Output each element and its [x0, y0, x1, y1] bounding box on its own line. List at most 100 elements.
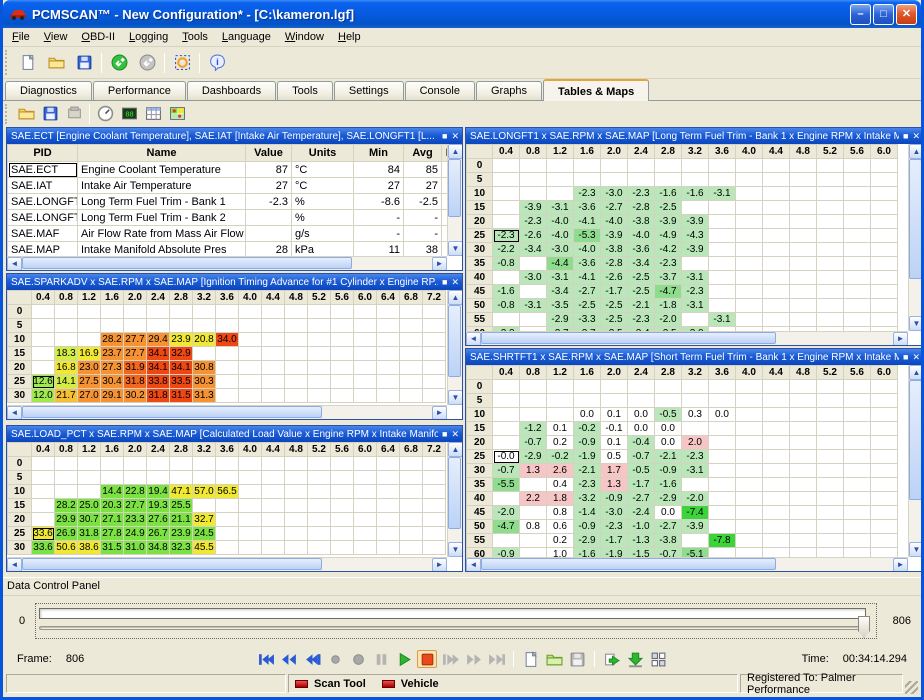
- map-cell[interactable]: [736, 201, 763, 215]
- map-cell[interactable]: [55, 485, 78, 499]
- map-cell[interactable]: [493, 534, 520, 548]
- map-cell[interactable]: 23.0: [78, 361, 101, 375]
- panel-restore-icon[interactable]: ■: [903, 131, 908, 141]
- map-cell[interactable]: [493, 422, 520, 436]
- connect-icon[interactable]: [105, 50, 133, 76]
- map-cell[interactable]: [763, 380, 790, 394]
- map-cell[interactable]: [790, 229, 817, 243]
- vertical-scrollbar[interactable]: ▲ ▼: [447, 442, 462, 557]
- map-cell[interactable]: [520, 187, 547, 201]
- map-cell[interactable]: -2.8: [601, 257, 628, 271]
- map-cell[interactable]: [354, 375, 377, 389]
- scroll-down-icon[interactable]: ▼: [909, 542, 921, 557]
- map-cell[interactable]: -1.6: [493, 285, 520, 299]
- map-cell[interactable]: 31.8: [78, 527, 101, 541]
- map-cell[interactable]: -0.9: [574, 520, 601, 534]
- map-cell[interactable]: [147, 305, 170, 319]
- pid-value-cell[interactable]: 27: [354, 178, 404, 194]
- map-cell[interactable]: 27.1: [101, 513, 124, 527]
- pid-cell[interactable]: SAE.IAT: [8, 178, 78, 194]
- scroll-up-icon[interactable]: ▲: [448, 290, 462, 305]
- save-tables-icon[interactable]: [38, 103, 62, 124]
- map-cell[interactable]: [844, 520, 871, 534]
- record-marker-button[interactable]: [325, 650, 345, 668]
- map-cell[interactable]: [817, 201, 844, 215]
- map-cell[interactable]: [285, 457, 308, 471]
- map-cell[interactable]: [763, 313, 790, 327]
- map-cell[interactable]: [817, 187, 844, 201]
- map-cell[interactable]: [709, 548, 736, 558]
- map-cell[interactable]: [817, 394, 844, 408]
- map-cell[interactable]: -2.5: [655, 201, 682, 215]
- panel-title-bar[interactable]: SAE.SPARKADV x SAE.RPM x SAE.MAP [Igniti…: [7, 274, 462, 290]
- map-cell[interactable]: [285, 499, 308, 513]
- map-cell[interactable]: 1.0: [547, 548, 574, 558]
- map-cell[interactable]: -3.1: [520, 299, 547, 313]
- map-cell[interactable]: [331, 333, 354, 347]
- map-cell[interactable]: [817, 173, 844, 187]
- map-cell[interactable]: 31.3: [193, 389, 216, 403]
- table-view-icon[interactable]: [141, 103, 165, 124]
- pid-value-cell[interactable]: -8.6: [354, 194, 404, 210]
- map-cell[interactable]: -2.5: [628, 285, 655, 299]
- map-cell[interactable]: [763, 548, 790, 558]
- pid-value-cell[interactable]: -: [404, 226, 442, 242]
- map-cell[interactable]: [844, 450, 871, 464]
- resize-grip[interactable]: [905, 681, 918, 694]
- map-cell[interactable]: -1.9: [601, 548, 628, 558]
- map-cell[interactable]: -3.9: [682, 520, 709, 534]
- map-cell[interactable]: [354, 333, 377, 347]
- map-cell[interactable]: 0.5: [601, 450, 628, 464]
- map-cell[interactable]: [193, 305, 216, 319]
- map-cell[interactable]: [216, 541, 239, 555]
- map-cell[interactable]: [262, 513, 285, 527]
- map-cell[interactable]: [262, 319, 285, 333]
- map-cell[interactable]: [32, 319, 55, 333]
- map-cell[interactable]: -2.3: [628, 313, 655, 327]
- tab-diagnostics[interactable]: Diagnostics: [5, 81, 92, 100]
- map-cell[interactable]: [423, 319, 446, 333]
- map-cell[interactable]: [493, 492, 520, 506]
- map-cell[interactable]: [493, 215, 520, 229]
- map-cell[interactable]: [354, 305, 377, 319]
- map-cell[interactable]: [736, 492, 763, 506]
- map-cell[interactable]: [216, 457, 239, 471]
- map-cell[interactable]: [354, 319, 377, 333]
- map-cell[interactable]: [763, 464, 790, 478]
- map-cell[interactable]: [682, 380, 709, 394]
- map-cell[interactable]: [308, 499, 331, 513]
- tab-dashboards[interactable]: Dashboards: [187, 81, 276, 100]
- map-cell[interactable]: [763, 173, 790, 187]
- map-cell[interactable]: -3.9: [601, 229, 628, 243]
- scroll-left-icon[interactable]: ◄: [7, 406, 22, 419]
- map-cell[interactable]: [790, 422, 817, 436]
- map-cell[interactable]: -3.8: [628, 215, 655, 229]
- map-cell[interactable]: 47.1: [170, 485, 193, 499]
- map-cell[interactable]: [682, 257, 709, 271]
- map-cell[interactable]: [262, 333, 285, 347]
- map-cell[interactable]: -0.0: [493, 450, 520, 464]
- map-cell[interactable]: [790, 215, 817, 229]
- map-cell[interactable]: [601, 173, 628, 187]
- map-cell[interactable]: -4.0: [574, 243, 601, 257]
- scroll-thumb[interactable]: [448, 159, 461, 217]
- tab-graphs[interactable]: Graphs: [476, 81, 542, 100]
- map-cell[interactable]: [78, 333, 101, 347]
- scroll-left-icon[interactable]: ◄: [466, 558, 481, 571]
- map-cell[interactable]: -3.1: [709, 313, 736, 327]
- map-cell[interactable]: -2.3: [655, 257, 682, 271]
- scroll-up-icon[interactable]: ▲: [448, 144, 462, 159]
- map-cell[interactable]: [547, 394, 574, 408]
- map-cell[interactable]: 0.8: [547, 506, 574, 520]
- scroll-left-icon[interactable]: ◄: [466, 332, 481, 345]
- map-cell[interactable]: -1.7: [628, 478, 655, 492]
- pid-cell[interactable]: SAE.MAP: [8, 242, 78, 257]
- map-cell[interactable]: 33.5: [170, 375, 193, 389]
- map-cell[interactable]: 27.7: [124, 499, 147, 513]
- new-log-button[interactable]: [521, 650, 541, 668]
- map-cell[interactable]: [817, 464, 844, 478]
- new-file-icon[interactable]: [14, 50, 42, 76]
- map-cell[interactable]: -3.9: [520, 201, 547, 215]
- map-cell[interactable]: -0.7: [493, 464, 520, 478]
- map-cell[interactable]: [239, 457, 262, 471]
